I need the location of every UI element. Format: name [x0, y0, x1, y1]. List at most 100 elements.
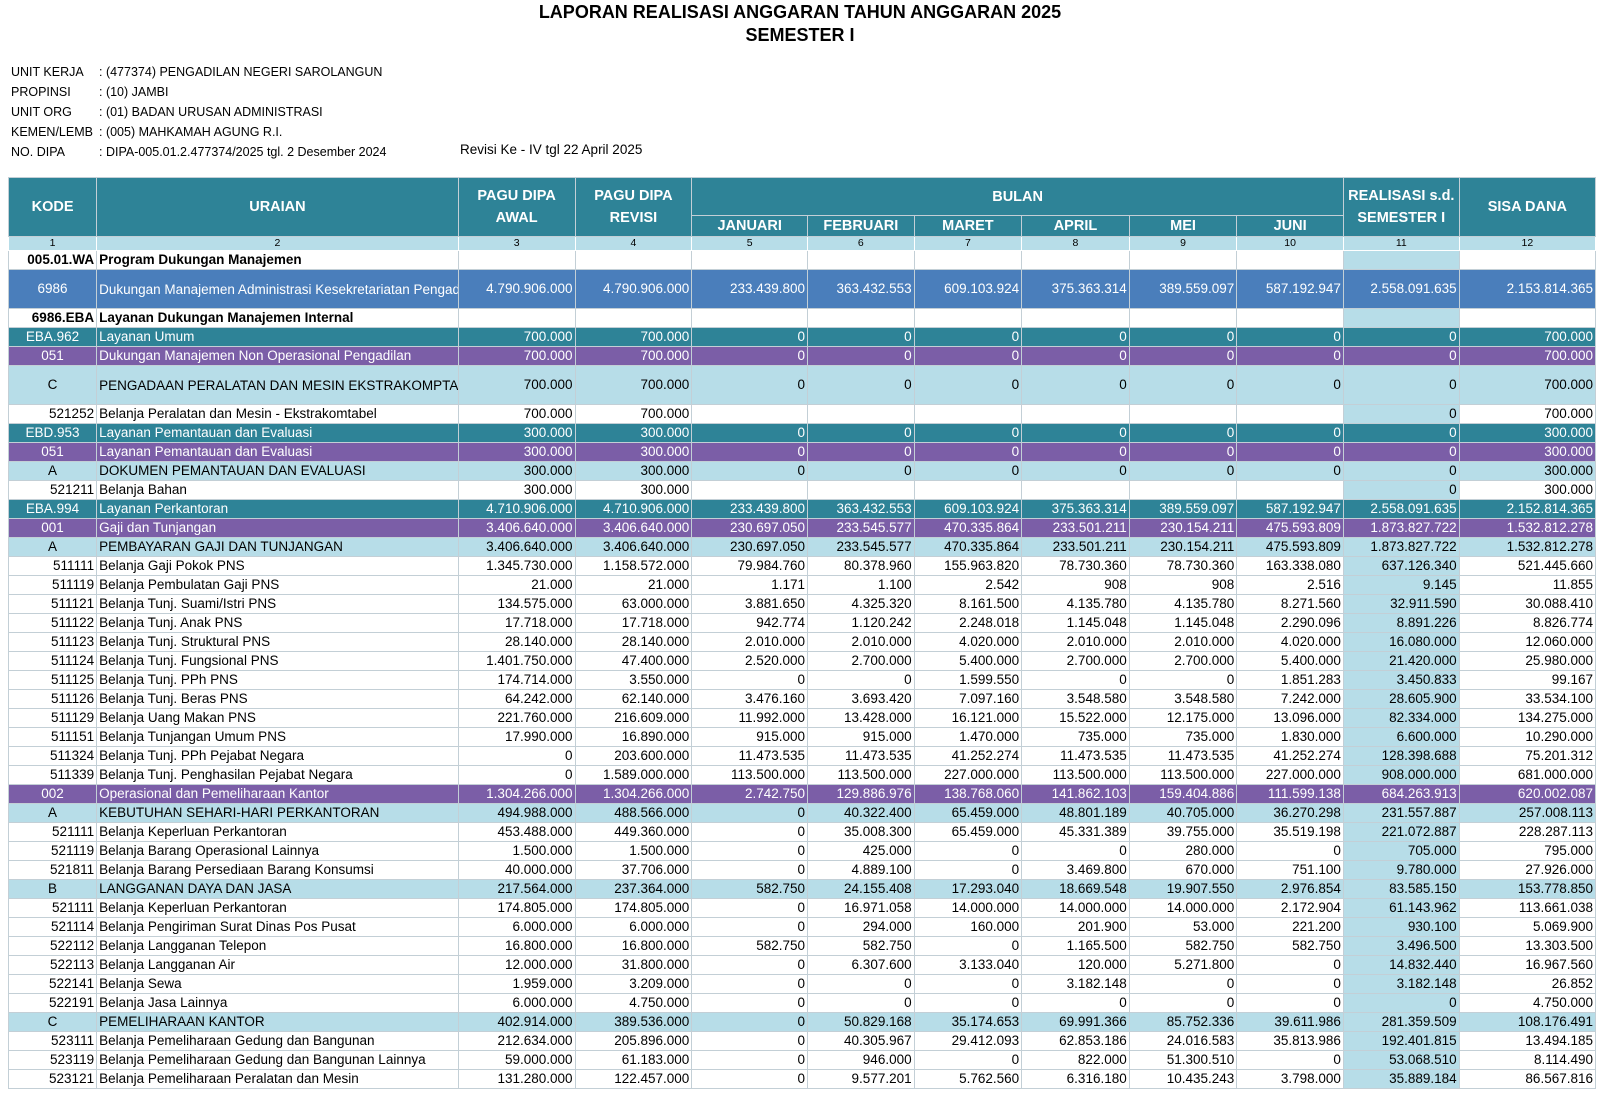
cell-value: 449.360.000 [574, 822, 693, 842]
cell-value: 32.911.590 [1342, 594, 1460, 614]
cell-value: 12.000.000 [457, 955, 576, 975]
cell-value: 113.500.000 [807, 765, 915, 785]
cell-value: 19.907.550 [1128, 879, 1238, 899]
column-number: 10 [1236, 236, 1344, 251]
cell-value: 2.520.000 [691, 651, 809, 671]
cell-value: 35.519.198 [1236, 822, 1344, 842]
cell-value: 53.000 [1128, 917, 1238, 937]
cell-value: 1.500.000 [574, 841, 693, 861]
cell-value: 0 [457, 746, 576, 766]
cell-value: 227.000.000 [1236, 765, 1344, 785]
table-row: 511123 Belanja Tunj. Struktural PNS 28.140… [7, 632, 1597, 652]
cell-value: 28.605.900 [1342, 689, 1460, 709]
cell-value: 6.000.000 [457, 917, 576, 937]
cell-uraian: Belanja Barang Persediaan Barang Konsums… [96, 860, 459, 880]
cell-value: 33.534.100 [1458, 689, 1597, 709]
cell-value: 0 [1128, 442, 1238, 462]
cell-value: 111.599.138 [1236, 784, 1344, 804]
cell-kode: 511123 [7, 632, 98, 652]
cell-value: 0 [1342, 346, 1460, 366]
cell-value: 221.760.000 [457, 708, 576, 728]
column-number: 9 [1128, 236, 1238, 251]
cell-value: 0 [807, 327, 915, 347]
cell-kode: 511125 [7, 670, 98, 690]
cell-value: 233.501.211 [1021, 518, 1130, 538]
cell-value: 1.532.812.278 [1458, 537, 1597, 557]
cell-value: 216.609.000 [574, 708, 693, 728]
cell-value: 3.406.640.000 [574, 518, 693, 538]
cell-value: 61.183.000 [574, 1050, 693, 1070]
cell-value: 201.900 [1021, 917, 1130, 937]
cell-value: 389.559.097 [1128, 499, 1238, 519]
cell-value: 300.000 [457, 423, 576, 443]
cell-value [1021, 308, 1130, 328]
cell-value: 131.280.000 [457, 1069, 576, 1089]
cell-value: 942.774 [691, 613, 809, 633]
cell-kode: 051 [7, 346, 98, 366]
cell-uraian: Belanja Pembulatan Gaji PNS [96, 575, 459, 595]
cell-value: 11.473.535 [691, 746, 809, 766]
cell-value: 700.000 [1458, 346, 1597, 366]
cell-value: 27.926.000 [1458, 860, 1597, 880]
cell-value: 300.000 [1458, 461, 1597, 481]
cell-value: 160.000 [913, 917, 1023, 937]
cell-value: 582.750 [691, 936, 809, 956]
cell-value: 31.800.000 [574, 955, 693, 975]
cell-uraian: Operasional dan Pemeliharaan Kantor [96, 784, 459, 804]
cell-value: 3.798.000 [1236, 1069, 1344, 1089]
cell-uraian: Belanja Tunj. Fungsional PNS [96, 651, 459, 671]
cell-value: 15.522.000 [1021, 708, 1130, 728]
cell-value: 51.300.510 [1128, 1050, 1238, 1070]
cell-value: 0 [1021, 423, 1130, 443]
cell-value: 6.000.000 [457, 993, 576, 1013]
cell-kode: 511129 [7, 708, 98, 728]
info-value: : (01) BADAN URUSAN ADMINISTRASI [99, 105, 323, 119]
cell-value: 0 [913, 936, 1023, 956]
cell-value: 3.496.500 [1342, 936, 1460, 956]
cell-value: 488.566.000 [574, 803, 693, 823]
cell-value: 908.000.000 [1342, 765, 1460, 785]
cell-value: 203.600.000 [574, 746, 693, 766]
cell-value: 113.500.000 [1128, 765, 1238, 785]
header-pagu-revisi: PAGU DIPA REVISI [574, 177, 693, 237]
cell-value: 6.000.000 [574, 917, 693, 937]
cell-value: 3.133.040 [913, 955, 1023, 975]
header-month: FEBRUARI [807, 215, 915, 237]
cell-value [1458, 250, 1597, 270]
cell-value: 12.175.000 [1128, 708, 1238, 728]
cell-value: 6.600.000 [1342, 727, 1460, 747]
cell-kode: 511151 [7, 727, 98, 747]
cell-kode: 511121 [7, 594, 98, 614]
cell-value: 700.000 [574, 365, 693, 405]
cell-value: 134.575.000 [457, 594, 576, 614]
cell-kode: 002 [7, 784, 98, 804]
cell-value: 281.359.509 [1342, 1012, 1460, 1032]
cell-value: 3.550.000 [574, 670, 693, 690]
cell-value: 0 [1236, 974, 1344, 994]
column-number: 11 [1342, 236, 1460, 251]
table-row: EBA.962 Layanan Umum 700.000 700.000 0 0 0 0 0 0 0… [7, 327, 1597, 347]
cell-value: 113.500.000 [691, 765, 809, 785]
cell-value: 10.290.000 [1458, 727, 1597, 747]
cell-value: 300.000 [574, 461, 693, 481]
cell-kode: 523119 [7, 1050, 98, 1070]
cell-kode: 6986 [7, 269, 98, 309]
cell-value: 453.488.000 [457, 822, 576, 842]
cell-value: 0 [457, 765, 576, 785]
cell-value: 915.000 [691, 727, 809, 747]
cell-value: 0 [1342, 461, 1460, 481]
cell-value: 83.585.150 [1342, 879, 1460, 899]
cell-value: 3.469.800 [1021, 860, 1130, 880]
budget-table: KODE URAIAN PAGU DIPA AWAL PAGU DIPA REV… [7, 177, 1597, 1089]
cell-value: 363.432.553 [807, 269, 915, 309]
cell-value: 16.121.000 [913, 708, 1023, 728]
cell-value: 3.406.640.000 [457, 518, 576, 538]
cell-value: 0 [807, 461, 915, 481]
cell-value: 4.020.000 [913, 632, 1023, 652]
cell-value: 0 [1021, 993, 1130, 1013]
cell-value: 751.100 [1236, 860, 1344, 880]
cell-value: 300.000 [574, 480, 693, 500]
cell-value: 0 [1021, 346, 1130, 366]
report-subtitle: SEMESTER I [745, 25, 855, 45]
cell-value: 0 [1021, 365, 1130, 405]
